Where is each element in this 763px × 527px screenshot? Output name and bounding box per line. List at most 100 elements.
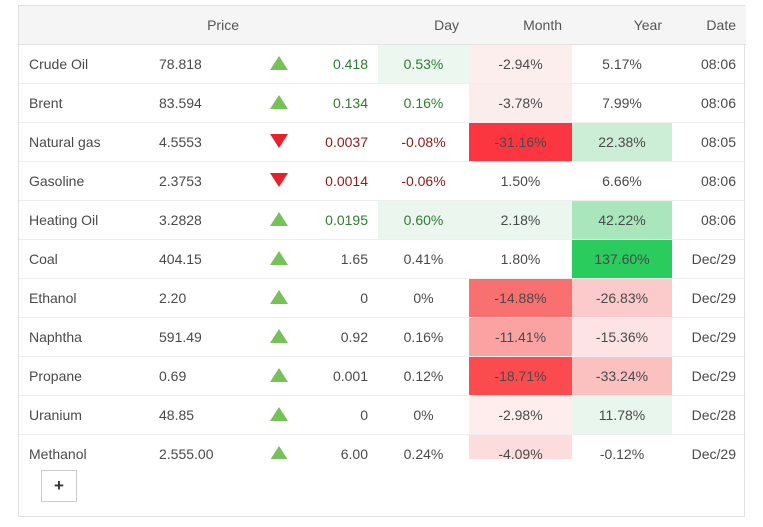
cell-day-percent: 0.60% [378, 200, 469, 240]
cell-day-percent: 0.53% [378, 44, 469, 84]
table-row[interactable]: Uranium 48.85 0 0% -2.98% 11.78% Dec/28 [19, 395, 746, 435]
triangle-up-icon [270, 250, 288, 265]
column-header-price[interactable]: Price [149, 6, 249, 45]
triangle-up-icon [270, 94, 288, 109]
cell-change: 0.0195 [309, 200, 378, 240]
cell-day-percent: -0.06% [378, 161, 469, 201]
triangle-down-icon [249, 161, 309, 201]
cell-change: 0.0014 [309, 161, 378, 201]
cell-date: 08:06 [672, 161, 746, 201]
cell-commodity-name[interactable]: Crude Oil [19, 44, 149, 84]
cell-year-percent: 137.60% [572, 239, 672, 279]
cell-day-percent: 0.12% [378, 356, 469, 396]
triangle-up-icon [249, 356, 309, 396]
table-row[interactable]: Natural gas 4.5553 0.0037 -0.08% -31.16% 22.3… [19, 122, 746, 162]
cell-day-percent: 0.16% [378, 317, 469, 357]
triangle-up-icon [270, 406, 288, 421]
cell-year-percent: 42.22% [572, 200, 672, 240]
cell-date: Dec/29 [672, 317, 746, 357]
cell-price: 591.49 [149, 317, 249, 357]
triangle-down-icon [249, 122, 309, 162]
column-header-year[interactable]: Year [572, 6, 672, 45]
cell-month-percent: -2.94% [469, 44, 572, 84]
cell-month-percent: 1.80% [469, 239, 572, 279]
cell-commodity-name[interactable]: Heating Oil [19, 200, 149, 240]
cell-date: Dec/29 [672, 239, 746, 279]
cell-date: Dec/28 [672, 395, 746, 435]
commodities-quote-panel: Price Day Month Year Date Crude Oil 78.81… [18, 5, 746, 517]
table-row[interactable]: Brent 83.594 0.134 0.16% -3.78% 7.99% 08:06 [19, 83, 746, 123]
cell-date: 08:05 [672, 122, 746, 162]
table-row[interactable]: Heating Oil 3.2828 0.0195 0.60% 2.18% 42.22% 0… [19, 200, 746, 240]
table-row[interactable]: Propane 0.69 0.001 0.12% -18.71% -33.24% Dec/2… [19, 356, 746, 396]
add-row-button[interactable]: + [41, 470, 77, 502]
cell-year-percent: -33.24% [572, 356, 672, 396]
table-row[interactable]: Crude Oil 78.818 0.418 0.53% -2.94% 5.17% 08:0… [19, 44, 746, 84]
triangle-up-icon [270, 445, 288, 460]
cell-year-percent: 6.66% [572, 161, 672, 201]
cell-change: 0 [309, 395, 378, 435]
cell-date: Dec/29 [672, 356, 746, 396]
cell-change: 0.001 [309, 356, 378, 396]
table-header: Price Day Month Year Date [19, 6, 746, 45]
cell-commodity-name[interactable]: Uranium [19, 395, 149, 435]
triangle-up-icon [270, 328, 288, 343]
cell-price: 2.20 [149, 278, 249, 318]
triangle-up-icon [270, 55, 288, 70]
triangle-up-icon [249, 239, 309, 279]
cell-commodity-name[interactable]: Ethanol [19, 278, 149, 318]
cell-commodity-name[interactable]: Natural gas [19, 122, 149, 162]
cell-month-percent: -14.88% [469, 278, 572, 318]
cell-day-percent: 0.41% [378, 239, 469, 279]
column-header-arrow[interactable] [249, 6, 309, 45]
cell-month-percent: -31.16% [469, 122, 572, 162]
cell-price: 4.5553 [149, 122, 249, 162]
cell-date: Dec/29 [672, 278, 746, 318]
triangle-up-icon [249, 317, 309, 357]
column-header-name[interactable] [19, 6, 149, 45]
cell-change: 0.0037 [309, 122, 378, 162]
triangle-down-icon [270, 172, 288, 187]
cell-commodity-name[interactable]: Brent [19, 83, 149, 123]
column-header-change[interactable] [309, 6, 378, 45]
table-row[interactable]: Ethanol 2.20 0 0% -14.88% -26.83% Dec/29 [19, 278, 746, 318]
cell-month-percent: -2.98% [469, 395, 572, 435]
cell-year-percent: -15.36% [572, 317, 672, 357]
triangle-up-icon [249, 44, 309, 84]
cell-price: 3.2828 [149, 200, 249, 240]
cell-commodity-name[interactable]: Gasoline [19, 161, 149, 201]
commodities-table: Price Day Month Year Date Crude Oil 78.81… [19, 6, 746, 474]
cell-price: 78.818 [149, 44, 249, 84]
triangle-up-icon [249, 395, 309, 435]
cell-change: 0.134 [309, 83, 378, 123]
footer-bar: + [19, 459, 744, 516]
cell-month-percent: 1.50% [469, 161, 572, 201]
cell-commodity-name[interactable]: Naphtha [19, 317, 149, 357]
cell-date: 08:06 [672, 44, 746, 84]
cell-price: 2.3753 [149, 161, 249, 201]
column-header-day[interactable]: Day [378, 6, 469, 45]
table-row[interactable]: Coal 404.15 1.65 0.41% 1.80% 137.60% Dec/29 [19, 239, 746, 279]
cell-month-percent: 2.18% [469, 200, 572, 240]
column-header-date[interactable]: Date [672, 6, 746, 45]
cell-day-percent: 0.16% [378, 83, 469, 123]
triangle-up-icon [249, 83, 309, 123]
cell-commodity-name[interactable]: Propane [19, 356, 149, 396]
table-body: Crude Oil 78.818 0.418 0.53% -2.94% 5.17% 08:0… [19, 44, 746, 474]
triangle-up-icon [270, 211, 288, 226]
triangle-up-icon [249, 278, 309, 318]
table-row[interactable]: Naphtha 591.49 0.92 0.16% -11.41% -15.36% Dec/… [19, 317, 746, 357]
cell-month-percent: -11.41% [469, 317, 572, 357]
cell-price: 83.594 [149, 83, 249, 123]
cell-change: 0.92 [309, 317, 378, 357]
cell-day-percent: 0% [378, 278, 469, 318]
table-row[interactable]: Gasoline 2.3753 0.0014 -0.06% 1.50% 6.66% 08:0… [19, 161, 746, 201]
triangle-up-icon [270, 289, 288, 304]
cell-price: 48.85 [149, 395, 249, 435]
column-header-month[interactable]: Month [469, 6, 572, 45]
cell-date: 08:06 [672, 83, 746, 123]
cell-year-percent: -26.83% [572, 278, 672, 318]
cell-month-percent: -3.78% [469, 83, 572, 123]
cell-commodity-name[interactable]: Coal [19, 239, 149, 279]
cell-month-percent: -18.71% [469, 356, 572, 396]
